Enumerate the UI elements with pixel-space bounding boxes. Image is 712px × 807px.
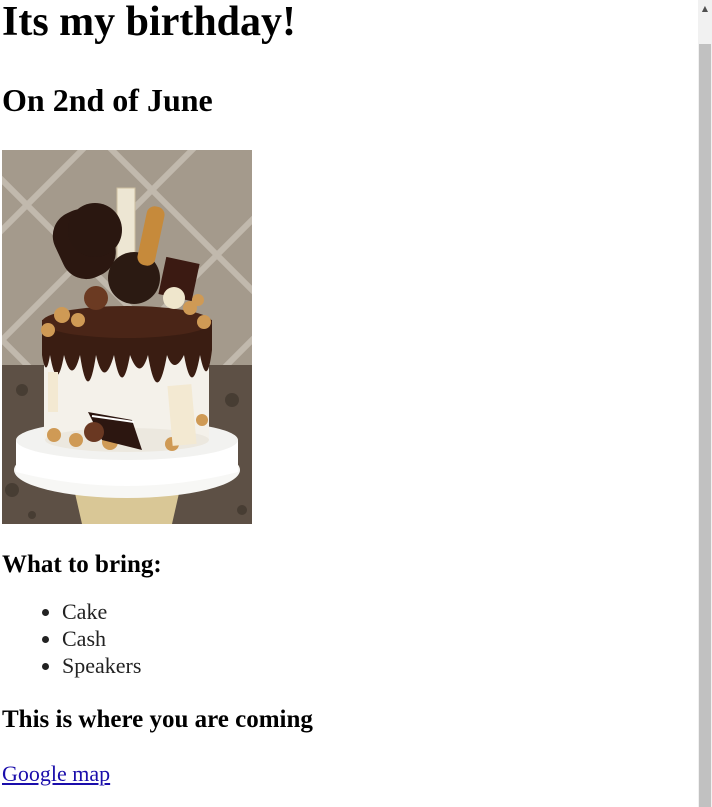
list-item: Cake: [62, 598, 694, 625]
page-content: Its my birthday! On 2nd of June What to …: [2, 0, 694, 787]
scrollbar-thumb[interactable]: [699, 44, 711, 807]
list-item: Cash: [62, 625, 694, 652]
list-item: Speakers: [62, 652, 694, 679]
bring-heading: What to bring:: [2, 551, 162, 578]
google-map-link[interactable]: Google map: [2, 761, 110, 787]
scroll-up-arrow-icon[interactable]: ▲: [698, 0, 712, 17]
date-heading: On 2nd of June: [2, 82, 213, 118]
page-title: Its my birthday!: [2, 0, 297, 45]
vertical-scrollbar[interactable]: ▲: [698, 0, 712, 807]
where-heading: This is where you are coming: [2, 706, 313, 733]
bring-list: Cake Cash Speakers: [2, 598, 694, 679]
cake-photo: [2, 150, 252, 524]
